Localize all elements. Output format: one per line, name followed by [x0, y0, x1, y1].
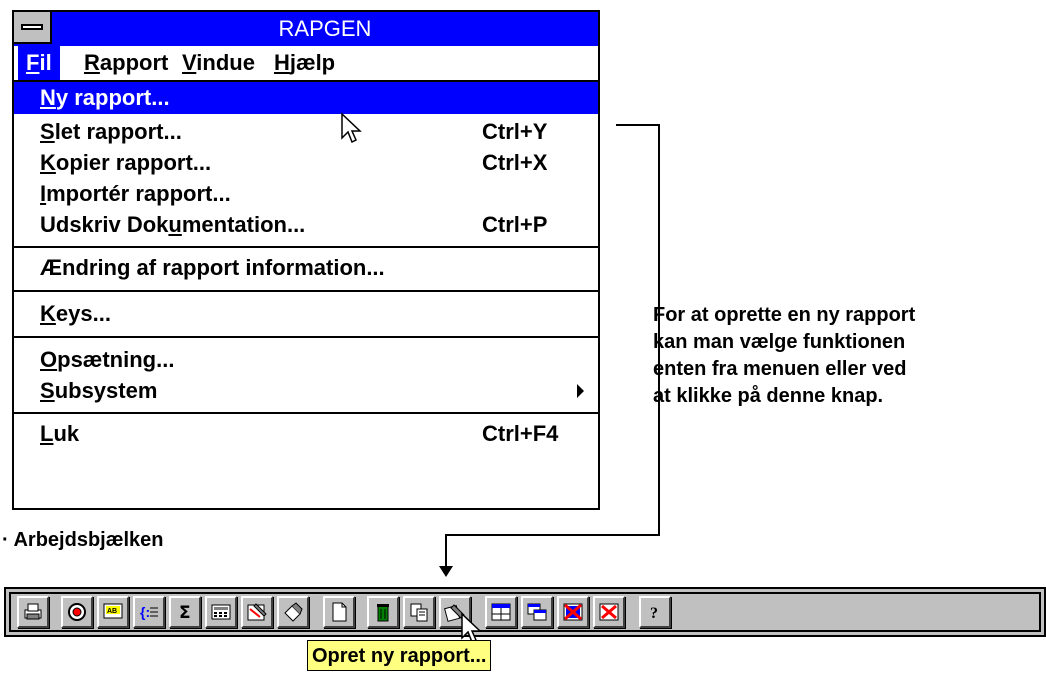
menu-item-ny-rapport[interactable]: Ny rapport...	[14, 82, 598, 114]
submenu-arrow-icon	[577, 384, 584, 398]
callout-text: For at oprette en ny rapport kan man væl…	[653, 304, 916, 407]
svg-text:Σ: Σ	[179, 603, 191, 623]
menu-hjaelp[interactable]: Hjælp	[266, 46, 343, 80]
connector-line	[616, 124, 660, 126]
delete-field-icon[interactable]	[557, 596, 589, 628]
menu-item-subsystem[interactable]: Subsystem	[14, 375, 598, 407]
edit-report-icon[interactable]	[241, 596, 273, 628]
toolbar-label: · Arbejdsbjælken	[2, 529, 164, 551]
menu-item-aendring-af-rapport-information[interactable]: Ændring af rapport information...	[14, 252, 598, 284]
rapgen-window: RAPGEN Fil Rapport Vindue Hjælp Ny rappo…	[12, 10, 600, 510]
menu-item-udskriv-dokumentation[interactable]: Udskriv Dokumentation... Ctrl+P	[14, 209, 598, 241]
menu-item-luk[interactable]: Luk Ctrl+F4	[14, 418, 598, 450]
connector-line	[446, 534, 660, 536]
report-wheel-icon[interactable]	[61, 596, 93, 628]
help-icon[interactable]: ?	[639, 596, 671, 628]
svg-text:?: ?	[650, 605, 658, 622]
window-title: RAPGEN	[278, 16, 372, 41]
menu-separator	[14, 336, 598, 338]
menu-vindue[interactable]: Vindue	[174, 46, 263, 80]
sum-icon[interactable]: Σ	[169, 596, 201, 628]
svg-text:AB: AB	[107, 608, 117, 615]
tooltip: Opret ny rapport...	[307, 640, 492, 671]
connector-line	[445, 534, 447, 570]
system-menu-icon[interactable]	[14, 12, 52, 44]
menu-item-importer-rapport[interactable]: Importér rapport...	[14, 178, 598, 210]
menu-rapport[interactable]: Rapport	[76, 46, 176, 80]
down-arrow-icon	[439, 566, 453, 577]
menu-bar: Fil Rapport Vindue Hjælp	[14, 46, 598, 82]
layout-icon[interactable]	[485, 596, 517, 628]
title-bar: RAPGEN	[14, 12, 598, 46]
ab-text-icon[interactable]: AB	[97, 596, 129, 628]
menu-separator	[14, 246, 598, 248]
menu-item-opsaetning[interactable]: Opsætning...	[14, 344, 598, 376]
svg-text:{:: {:	[140, 604, 150, 620]
menu-separator	[14, 290, 598, 292]
trash-icon[interactable]	[367, 596, 399, 628]
menu-fil[interactable]: Fil	[18, 46, 60, 80]
mouse-cursor-icon	[341, 112, 362, 144]
printer-icon[interactable]	[17, 596, 49, 628]
menu-separator	[14, 412, 598, 414]
copy-icon[interactable]	[403, 596, 435, 628]
windows-icon[interactable]	[521, 596, 553, 628]
new-document-icon[interactable]	[323, 596, 355, 628]
brace-field-icon[interactable]: {:	[133, 596, 165, 628]
menu-item-kopier-rapport[interactable]: Kopier rapport... Ctrl+X	[14, 147, 598, 179]
menu-item-slet-rapport[interactable]: Slet rapport... Ctrl+Y	[14, 116, 598, 148]
pen-icon[interactable]	[277, 596, 309, 628]
close-field-icon[interactable]	[593, 596, 625, 628]
menu-item-keys[interactable]: Keys...	[14, 298, 598, 330]
toolbar: AB {: Σ ?	[4, 587, 1046, 637]
calculator-icon[interactable]	[205, 596, 237, 628]
